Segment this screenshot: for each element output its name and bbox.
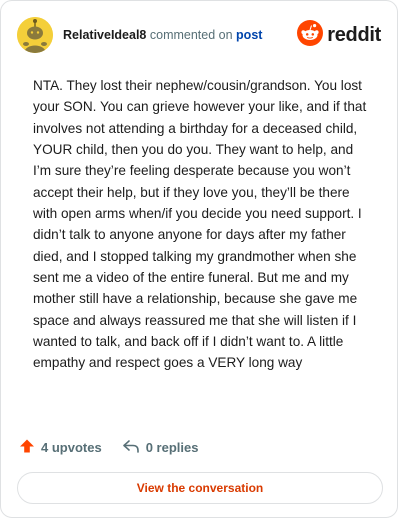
- comment-byline: RelativeIdeal8 commented on post: [63, 28, 262, 42]
- replies-count: 0 replies: [145, 440, 199, 455]
- embedded-comment-card: RelativeIdeal8 commented on post reddit: [0, 0, 398, 518]
- reply-arrow-icon: [122, 438, 140, 457]
- commented-on-text: commented on: [149, 28, 233, 42]
- post-link[interactable]: post: [236, 28, 262, 42]
- reply-action[interactable]: 0 replies: [122, 438, 199, 457]
- comment-header: RelativeIdeal8 commented on post reddit: [17, 15, 381, 55]
- reddit-logo[interactable]: reddit: [297, 19, 381, 51]
- upvotes-count: 4 upvotes: [41, 440, 102, 455]
- view-conversation-button[interactable]: View the conversation: [17, 472, 383, 504]
- reddit-logo-icon: [297, 19, 324, 51]
- comment-text: NTA. They lost their nephew/cousin/grand…: [33, 78, 367, 371]
- upvote-arrow-icon: [19, 438, 35, 457]
- reddit-wordmark: reddit: [327, 23, 381, 46]
- username-link[interactable]: RelativeIdeal8: [63, 28, 146, 42]
- upvote-action[interactable]: 4 upvotes: [19, 438, 102, 457]
- avatar-icon[interactable]: [17, 17, 53, 53]
- comment-actions: 4 upvotes 0 replies: [19, 438, 198, 457]
